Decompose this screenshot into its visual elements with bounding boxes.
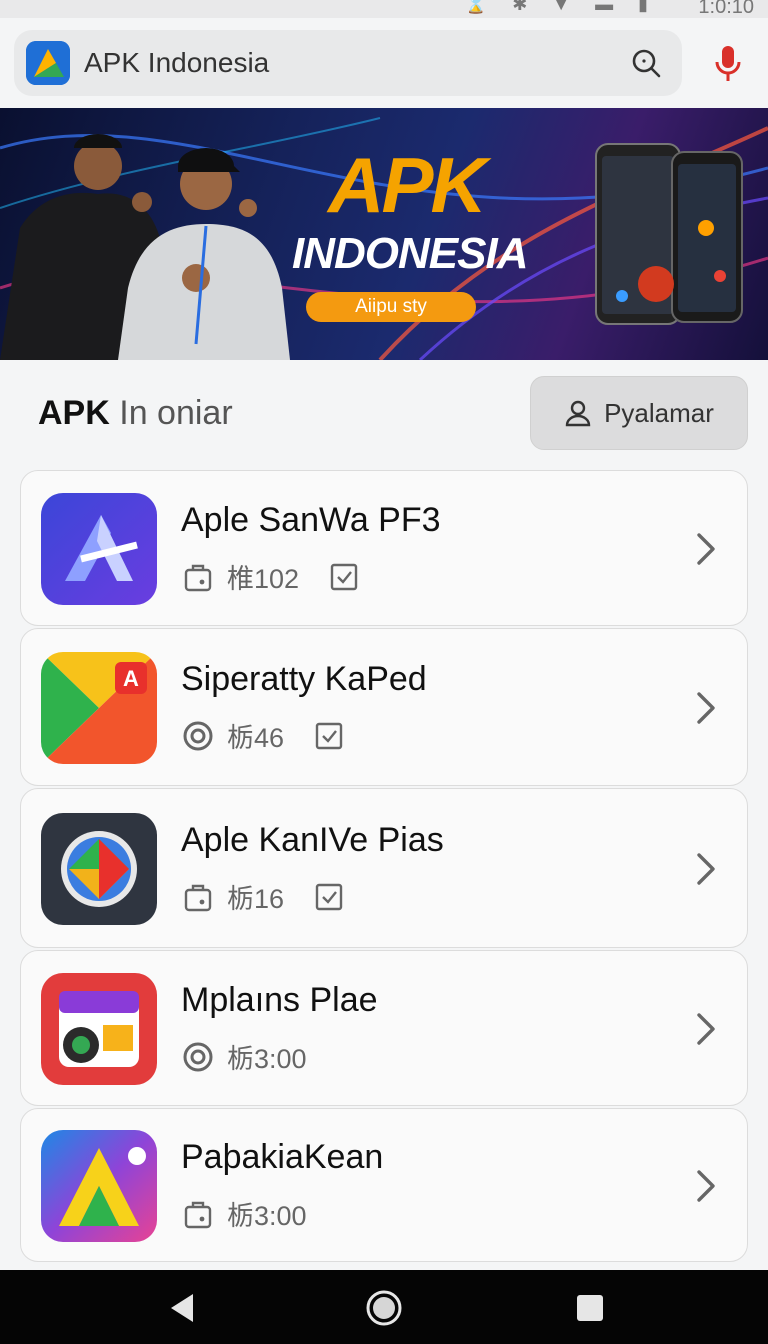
status-time: 1:0:10 — [698, 0, 754, 18]
app-card[interactable]: Aple KanIVe Pias 栃16 — [20, 788, 748, 948]
chevron-right-icon[interactable] — [691, 529, 721, 569]
chevron-right-icon[interactable] — [691, 1009, 721, 1049]
phones-figure — [595, 143, 743, 325]
lock-bag-icon — [181, 1197, 215, 1231]
section-header: APK In oniar Pyalamar — [0, 376, 768, 456]
app-meta: 栃3:00 — [181, 1194, 307, 1233]
target-icon — [181, 719, 215, 753]
app-meta: 栃46 — [181, 716, 344, 755]
target-icon — [181, 1040, 215, 1074]
section-title: APK In oniar — [38, 394, 233, 433]
app-name: Mplaıns Plae — [181, 981, 378, 1019]
app-icon[interactable] — [41, 493, 157, 605]
person-right-figure — [118, 148, 290, 360]
app-meta-value: 栃16 — [227, 884, 285, 914]
status-bar: ⌛ ✱ ▼ ▬ ▮ 1:0:10 — [0, 0, 768, 18]
navigation-bar — [0, 1270, 768, 1344]
banner-pill-button[interactable]: Aiipu sty — [306, 292, 476, 322]
filter-button[interactable]: Pyalamar — [530, 376, 748, 450]
app-card[interactable]: A Siperatty KaPed 栃46 — [20, 628, 748, 786]
home-icon[interactable] — [364, 1288, 404, 1328]
promo-banner[interactable]: APK INDONESIA Aiipu sty — [0, 108, 768, 360]
chevron-right-icon[interactable] — [691, 849, 721, 889]
section-title-bold: APK — [38, 394, 110, 432]
section-title-rest: In oniar — [109, 394, 233, 432]
apk-logo-icon — [26, 41, 70, 85]
app-meta: 栃3:00 — [181, 1037, 307, 1076]
chevron-right-icon[interactable] — [691, 688, 721, 728]
app-meta-value: 栃3:00 — [227, 1044, 307, 1074]
mic-icon[interactable] — [708, 42, 748, 86]
app-name: Aple SanWa PF3 — [181, 501, 441, 539]
recents-icon[interactable] — [570, 1288, 610, 1328]
search-input[interactable]: APK Indonesia — [84, 47, 626, 79]
app-icon[interactable] — [41, 973, 157, 1085]
app-meta: 栃16 — [181, 877, 344, 916]
user-icon — [564, 399, 592, 427]
search-bar[interactable]: APK Indonesia — [14, 30, 682, 96]
checkbox-icon[interactable] — [314, 882, 344, 912]
app-card[interactable]: Aple SanWa PF3 椎102 — [20, 470, 748, 626]
filter-button-label: Pyalamar — [604, 397, 714, 428]
lock-bag-icon — [181, 880, 215, 914]
checkbox-icon[interactable] — [329, 562, 359, 592]
checkbox-icon[interactable] — [314, 721, 344, 751]
app-icon[interactable] — [41, 813, 157, 925]
svg-text:A: A — [123, 666, 139, 691]
app-meta-value: 栃46 — [227, 723, 285, 753]
banner-title: APK — [328, 141, 487, 229]
app-name: Aple KanIVe Pias — [181, 821, 444, 859]
app-meta: 椎102 — [181, 557, 359, 596]
banner-subtitle: INDONESIA — [292, 229, 528, 278]
app-icon[interactable] — [41, 1130, 157, 1242]
status-icons: ⌛ ✱ ▼ ▬ ▮ — [464, 0, 658, 14]
app-card[interactable]: Mplaıns Plae 栃3:00 — [20, 950, 748, 1106]
app-name: Siperatty KaPed — [181, 660, 427, 698]
lock-bag-icon — [181, 560, 215, 594]
app-card[interactable]: PaþakiaKean 栃3:00 — [20, 1108, 748, 1262]
app-name: PaþakiaKean — [181, 1138, 384, 1176]
app-icon[interactable]: A — [41, 652, 157, 764]
back-icon[interactable] — [162, 1288, 202, 1328]
search-icon[interactable] — [626, 43, 666, 83]
app-meta-value: 椎102 — [227, 564, 300, 594]
app-meta-value: 栃3:00 — [227, 1201, 307, 1231]
chevron-right-icon[interactable] — [691, 1166, 721, 1206]
